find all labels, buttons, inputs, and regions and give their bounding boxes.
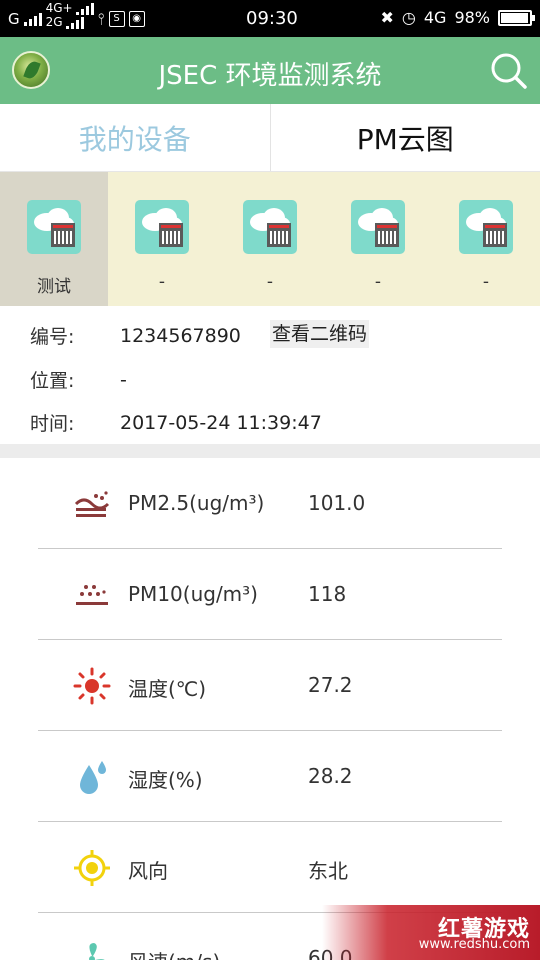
- info-row-location: 位置: -: [30, 366, 127, 393]
- info-row-id: 编号: 1234567890: [30, 322, 241, 349]
- clock: 09:30: [246, 8, 298, 29]
- app-notification-icon: ◉: [128, 11, 145, 27]
- view-qr-code-button[interactable]: 查看二维码: [270, 320, 370, 348]
- reading-label: 风向: [128, 859, 168, 883]
- tab-my-devices[interactable]: 我的设备: [0, 104, 270, 171]
- device-item[interactable]: -: [324, 172, 432, 306]
- network-right-label: 4G: [423, 8, 447, 27]
- water-drop-icon: [80, 761, 106, 794]
- device-label: -: [374, 272, 382, 292]
- reading-value: 28.2: [308, 764, 353, 788]
- time-value: 2017-05-24 11:39:47: [120, 411, 322, 434]
- id-label: 编号:: [30, 326, 75, 348]
- device-item[interactable]: -: [108, 172, 216, 306]
- cloud-device-icon: [27, 200, 81, 254]
- mute-icon: ✖: [380, 8, 394, 27]
- location-label: 位置:: [30, 370, 75, 392]
- reading-row-pm25: PM2.5(ug/m³) 101.0: [38, 458, 502, 549]
- device-label: -: [482, 272, 490, 292]
- reading-row-wind-direction: 风向 东北: [38, 822, 502, 913]
- alarm-icon: ◷: [401, 8, 416, 27]
- reading-value: 101.0: [308, 491, 366, 515]
- cloud-device-icon: [243, 200, 297, 254]
- reading-value: 东北: [308, 859, 348, 883]
- tab-bar: 我的设备 PM云图: [0, 104, 540, 172]
- device-item[interactable]: 测试: [0, 172, 108, 306]
- device-label: -: [158, 272, 166, 292]
- location-value: -: [120, 368, 127, 391]
- reading-label: 湿度(%): [128, 768, 203, 792]
- app-title: JSEC 环境监测系统: [158, 61, 382, 91]
- battery-percent: 98%: [454, 8, 490, 27]
- time-label: 时间:: [30, 413, 75, 435]
- network-2g-label: 2G: [45, 14, 63, 29]
- reading-label: PM2.5(ug/m³): [128, 491, 265, 515]
- signal-icon: [65, 15, 84, 29]
- cloud-device-icon: [135, 200, 189, 254]
- pm25-icon: [74, 491, 110, 517]
- signal-icon: [75, 1, 94, 15]
- reading-value: 27.2: [308, 673, 353, 697]
- battery-icon: [498, 9, 535, 26]
- device-item[interactable]: -: [432, 172, 540, 306]
- network-4g-label: 4G+: [45, 0, 73, 15]
- watermark: 红薯游戏 www.redshu.com: [322, 905, 540, 960]
- signal-icon: [23, 12, 42, 26]
- cloud-device-icon: [351, 200, 405, 254]
- fan-icon: [89, 943, 105, 960]
- carrier-label: G: [8, 10, 20, 28]
- reading-label: PM10(ug/m³): [128, 582, 258, 606]
- sim-icon: S: [108, 11, 125, 27]
- status-right: ✖ ◷ 4G 98%: [380, 8, 535, 27]
- device-list: 测试 - - - -: [0, 172, 540, 306]
- status-left: G 4G+ 2G ⫯ S ◉: [8, 1, 145, 29]
- reading-label: 温度(℃): [128, 677, 207, 701]
- reading-row-humidity: 湿度(%) 28.2: [38, 731, 502, 822]
- reading-value: 118: [308, 582, 347, 606]
- reading-label: 风速(m/s): [128, 946, 220, 960]
- watermark-url: www.redshu.com: [418, 937, 530, 952]
- reading-row-pm10: PM10(ug/m³) 118: [38, 549, 502, 640]
- id-value: 1234567890: [120, 324, 241, 347]
- readings-list: PM2.5(ug/m³) 101.0 PM10(ug/m³) 118 温度(℃)…: [0, 458, 540, 960]
- status-bar: G 4G+ 2G ⫯ S ◉ 09:30 ✖ ◷ 4G 98%: [0, 0, 540, 37]
- pm10-icon: [76, 585, 108, 605]
- section-divider: [0, 444, 540, 458]
- device-label: -: [266, 272, 274, 292]
- reading-row-temperature: 温度(℃) 27.2: [38, 640, 502, 731]
- info-row-time: 时间: 2017-05-24 11:39:47: [30, 409, 322, 436]
- device-item[interactable]: -: [216, 172, 324, 306]
- usb-icon: ⫯: [97, 9, 105, 28]
- app-header: JSEC 环境监测系统: [0, 37, 540, 104]
- device-label: 测试: [37, 277, 71, 297]
- compass-icon: [74, 850, 110, 886]
- sun-icon: [73, 667, 111, 705]
- tab-pm-cloud-map[interactable]: PM云图: [269, 104, 540, 171]
- network-indicator: 4G+ 2G: [46, 1, 94, 29]
- search-icon[interactable]: [490, 52, 528, 90]
- cloud-device-icon: [459, 200, 513, 254]
- device-info: 编号: 1234567890 查看二维码 位置: - 时间: 2017-05-2…: [0, 306, 540, 444]
